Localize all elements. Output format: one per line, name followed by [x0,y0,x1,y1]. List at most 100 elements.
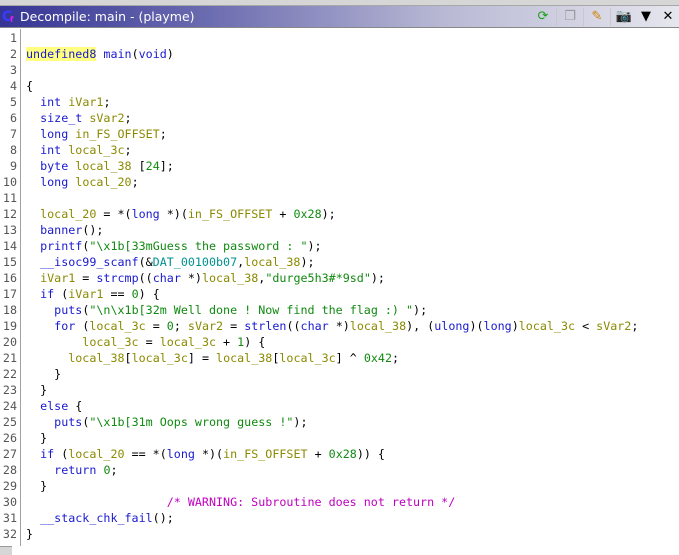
code-token: (& [138,255,153,269]
code-token[interactable]: size_t [40,111,82,125]
code-line[interactable]: 12 local_20 = *(long *)(in_FS_OFFSET + 0… [0,206,679,222]
code-line[interactable]: 2 undefined8 main(void) [0,46,679,62]
refresh-button[interactable]: ⟳ [532,7,554,27]
code-token[interactable]: printf [40,239,82,253]
code-token[interactable]: puts [54,303,82,317]
code-token[interactable]: in_FS_OFFSET [223,447,307,461]
code-token[interactable]: int [40,95,61,109]
code-token[interactable]: for [54,319,75,333]
menu-dropdown-button[interactable]: ▼ [635,7,657,27]
code-line[interactable]: 23 } [0,382,679,398]
code-token[interactable]: puts [54,415,82,429]
code-token[interactable]: local_20 [75,175,131,189]
code-line[interactable]: 7 long in_FS_OFFSET; [0,126,679,142]
code-token[interactable]: long [167,447,195,461]
code-line[interactable]: 32} [0,526,679,542]
code-line[interactable]: 11 [0,190,679,206]
code-token: ; [391,351,400,365]
code-text: } [26,430,47,446]
code-line[interactable]: 28 return 0; [0,462,679,478]
code-text: local_3c = local_3c + 1) { [26,334,265,350]
code-token[interactable]: sVar2 [89,111,124,125]
code-token[interactable]: sVar2 [596,319,631,333]
code-token[interactable]: local_20 [40,207,96,221]
code-token[interactable]: local_20 [68,447,124,461]
code-line[interactable]: 29 } [0,478,679,494]
code-token[interactable]: local_3c [519,319,575,333]
code-token[interactable]: local_38 [216,351,272,365]
code-token[interactable]: iVar1 [40,271,75,285]
code-token[interactable]: in_FS_OFFSET [75,127,159,141]
snapshot-button[interactable]: 📷 [613,7,635,27]
code-token[interactable]: local_3c [82,335,138,349]
code-token[interactable]: sVar2 [188,319,223,333]
code-line[interactable]: 10 long local_20; [0,174,679,190]
code-line[interactable]: 30 /* WARNING: Subroutine does not retur… [0,494,679,510]
code-line[interactable]: 8 int local_3c; [0,142,679,158]
code-token[interactable]: else [40,399,68,413]
code-line[interactable]: 25 puts("\x1b[31m Oops wrong guess !"); [0,414,679,430]
code-token[interactable]: strlen [244,319,286,333]
code-token[interactable]: char [301,319,329,333]
code-token[interactable]: strcmp [96,271,138,285]
code-token[interactable]: local_38 [202,271,258,285]
code-line[interactable]: 1 [0,30,679,46]
code-token[interactable]: local_3c [279,351,335,365]
code-token[interactable]: __isoc99_scanf [40,255,139,269]
code-token[interactable]: local_3c [132,351,188,365]
code-token[interactable]: local_38 [350,319,406,333]
code-token[interactable]: long [132,207,160,221]
code-token[interactable]: undefined8 [26,47,97,61]
code-line[interactable]: 15 __isoc99_scanf(&DAT_00100b07,local_38… [0,254,679,270]
code-token[interactable]: if [40,447,54,461]
code-token[interactable]: DAT_00100b07 [153,255,237,269]
edit-button[interactable]: ✎ [586,7,608,27]
copy-button[interactable]: ❐ [559,7,581,27]
code-token[interactable]: local_3c [160,335,216,349]
code-line[interactable]: 3 [0,62,679,78]
code-line[interactable]: 27 if (local_20 == *(long *)(in_FS_OFFSE… [0,446,679,462]
close-button[interactable]: ✕ [657,7,679,27]
code-token[interactable]: iVar1 [68,287,103,301]
code-token[interactable]: ulong [434,319,469,333]
code-token[interactable]: long [484,319,512,333]
code-line[interactable]: 20 local_3c = local_3c + 1) { [0,334,679,350]
code-line[interactable]: 19 for (local_3c = 0; sVar2 = strlen((ch… [0,318,679,334]
code-token: = [75,271,97,285]
code-token[interactable]: int [40,143,61,157]
code-token[interactable]: return [54,463,96,477]
code-token[interactable]: long [40,127,68,141]
decompiler-code-view[interactable]: 1 2 undefined8 main(void) 3 4{5 int iVar1; 6 … [0,29,679,554]
code-token: } [26,383,48,397]
code-line[interactable]: 24 else { [0,398,679,414]
code-token[interactable]: __stack_chk_fail [40,511,153,525]
code-token[interactable]: void [139,47,167,61]
code-line[interactable]: 21 local_38[local_3c] = local_38[local_3… [0,350,679,366]
code-token[interactable]: main [103,47,131,61]
code-token[interactable]: local_38 [75,159,131,173]
code-line[interactable]: 14 printf("\x1b[33mGuess the password : … [0,238,679,254]
code-token[interactable]: local_3c [89,319,145,333]
code-token[interactable]: if [40,287,54,301]
code-line[interactable]: 6 size_t sVar2; [0,110,679,126]
code-line[interactable]: 4{ [0,78,679,94]
code-line[interactable]: 5 int iVar1; [0,94,679,110]
code-token[interactable]: local_38 [244,255,300,269]
code-token[interactable]: char [153,271,181,285]
code-token[interactable]: byte [40,159,68,173]
code-token[interactable]: local_38 [68,351,124,365]
code-line[interactable]: 9 byte local_38 [24]; [0,158,679,174]
code-token: ; [103,95,111,109]
code-line[interactable]: 22 } [0,366,679,382]
code-token[interactable]: in_FS_OFFSET [188,207,272,221]
code-token[interactable]: iVar1 [68,95,103,109]
code-line[interactable]: 13 banner(); [0,222,679,238]
code-line[interactable]: 18 puts("\n\x1b[32m Well done ! Now find… [0,302,679,318]
code-line[interactable]: 17 if (iVar1 == 0) { [0,286,679,302]
code-line[interactable]: 26 } [0,430,679,446]
code-line[interactable]: 31 __stack_chk_fail(); [0,510,679,526]
code-token[interactable]: local_3c [68,143,124,157]
code-token[interactable]: banner [40,223,82,237]
code-token[interactable]: long [40,175,68,189]
code-line[interactable]: 16 iVar1 = strcmp((char *)local_38,"durg… [0,270,679,286]
